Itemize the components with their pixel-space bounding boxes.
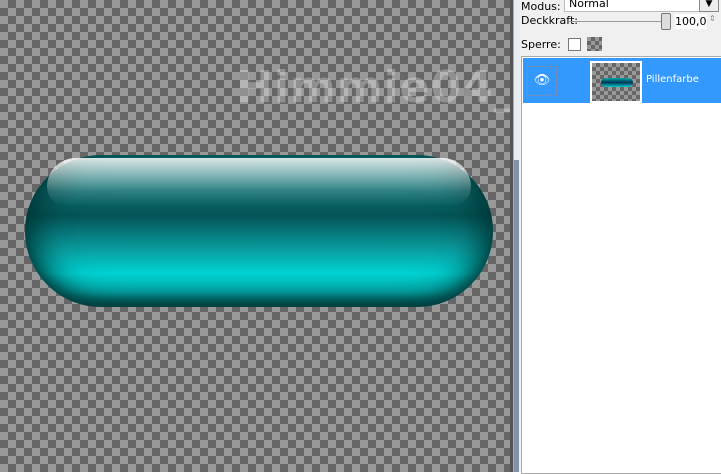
layer-row[interactable]: 👁 Pillenfarbe [523,58,721,103]
mode-select[interactable]: Normal [564,0,705,12]
layer-name: Pillenfarbe [646,74,699,85]
pill-thumbnail [601,78,633,87]
lock-alpha-icon[interactable] [587,37,602,51]
layer-list: 👁 Pillenfarbe [521,56,721,474]
opacity-slider-handle[interactable] [661,13,671,30]
opacity-slider[interactable] [569,21,669,22]
eye-icon[interactable]: 👁 [527,66,557,96]
opacity-input[interactable]: 100,0 [675,14,707,29]
lock-pixels-checkbox[interactable] [568,38,581,51]
pill-gloss [47,158,471,206]
layer-thumbnail [590,61,642,103]
pill-shape [25,155,493,307]
spin-arrows-icon[interactable]: ⇕ [709,14,716,23]
chevron-down-icon[interactable]: ▼ [699,0,719,12]
image-canvas[interactable]: Himmie04_2012 [0,0,642,472]
layers-panel: Modus: Normal ▼ Deckkraft: 100,0 ⇕ Sperr… [519,0,721,474]
mode-label: Modus: [521,0,561,13]
lock-label: Sperre: [521,38,561,51]
